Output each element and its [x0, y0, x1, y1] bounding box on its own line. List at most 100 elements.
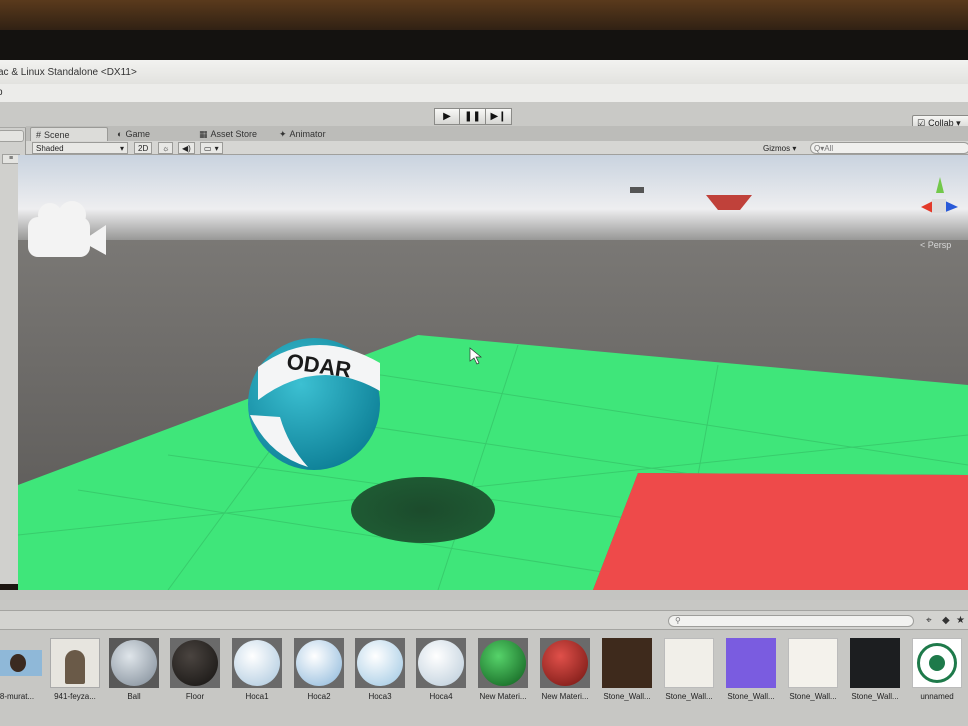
- ball-shadow: [351, 477, 495, 543]
- shading-mode-dropdown[interactable]: Shaded ▾: [32, 142, 128, 154]
- asset-item[interactable]: Hoca3: [351, 638, 409, 701]
- skybox: [18, 155, 968, 245]
- scene-render[interactable]: ODAR < Persp: [18, 155, 968, 590]
- speaker-icon: ◀): [182, 143, 191, 153]
- asset-thumbnail: [602, 638, 652, 688]
- asset-label: Hoca2: [307, 692, 331, 701]
- tab-game[interactable]: ◐ Game: [112, 127, 155, 141]
- asset-thumbnail: [50, 638, 100, 688]
- tag-icon[interactable]: ◆: [942, 615, 950, 626]
- asset-item[interactable]: Hoca1: [228, 638, 286, 701]
- game-icon: ◐: [117, 129, 123, 139]
- asset-thumbnail: [788, 638, 838, 688]
- asset-label: New Materi...: [541, 692, 589, 701]
- search-icon: ⚲: [675, 616, 681, 625]
- play-controls: ▶ ❚❚ ▶❙: [434, 108, 512, 125]
- tab-game-label: Game: [125, 129, 150, 139]
- sun-icon: ☼: [162, 143, 170, 153]
- asset-thumbnail: [0, 638, 42, 688]
- asset-label: Hoca4: [429, 692, 453, 701]
- asset-label: Stone_Wall...: [603, 692, 651, 701]
- asset-label: New Materi...: [479, 692, 527, 701]
- asset-item[interactable]: 8-murat...: [0, 638, 46, 701]
- asset-item[interactable]: Hoca4: [412, 638, 470, 701]
- asset-item[interactable]: New Materi...: [536, 638, 594, 701]
- asset-label: Hoca3: [368, 692, 392, 701]
- audio-toggle[interactable]: ◀): [178, 142, 195, 154]
- window-titlebar: ac & Linux Standalone <DX11>: [0, 60, 968, 84]
- asset-item[interactable]: Stone_Wall...: [598, 638, 656, 701]
- menu-bar: p: [0, 84, 968, 102]
- label-filter-icon[interactable]: ⌖: [926, 615, 932, 626]
- persp-label[interactable]: < Persp: [920, 240, 951, 250]
- project-search-input[interactable]: ⚲: [668, 615, 914, 627]
- asset-label: Stone_Wall...: [665, 692, 713, 701]
- pause-button[interactable]: ❚❚: [460, 108, 486, 125]
- toggle-2d-button[interactable]: 2D: [134, 142, 153, 154]
- scene-viewport[interactable]: ODAR < Persp: [18, 155, 968, 590]
- gizmos-dropdown[interactable]: Gizmos ▾: [760, 142, 800, 154]
- window-title: ac & Linux Standalone <DX11>: [0, 67, 137, 78]
- asset-label: 8-murat...: [0, 692, 35, 701]
- asset-label: 941-feyza...: [54, 692, 96, 701]
- tab-asset-store-label: Asset Store: [210, 129, 258, 139]
- star-icon[interactable]: ★: [956, 615, 965, 626]
- hierarchy-search[interactable]: [0, 130, 24, 142]
- red-plane[interactable]: [593, 473, 968, 590]
- asset-thumbnail: [726, 638, 776, 688]
- step-button[interactable]: ▶❙: [486, 108, 512, 125]
- asset-thumbnail: [416, 638, 466, 688]
- chevron-down-icon: ▾: [214, 143, 219, 153]
- ball-object[interactable]: ODAR: [248, 338, 380, 470]
- monitor-bezel-inner: [0, 30, 968, 60]
- asset-item[interactable]: New Materi...: [474, 638, 532, 701]
- image-icon: ▭: [204, 143, 212, 153]
- asset-thumbnail: [850, 638, 900, 688]
- asset-thumbnail: [109, 638, 159, 688]
- tab-asset-store[interactable]: ▦ Asset Store: [194, 127, 262, 141]
- asset-item[interactable]: unnamed: [908, 638, 966, 701]
- lighting-toggle[interactable]: ☼: [158, 142, 174, 154]
- menu-item-help[interactable]: p: [0, 87, 3, 98]
- asset-item[interactable]: Stone_Wall...: [660, 638, 718, 701]
- asset-label: Hoca1: [245, 692, 269, 701]
- scene-search-placeholder: Q▾All: [814, 143, 834, 153]
- scene-view-toolbar: Shaded ▾ 2D ☼ ◀) ▭ ▾ Gizmos ▾ Q▾All: [26, 141, 968, 155]
- asset-item[interactable]: Stone_Wall...: [784, 638, 842, 701]
- asset-item[interactable]: Stone_Wall...: [846, 638, 904, 701]
- step-icon: ▶❙: [490, 111, 507, 122]
- pause-icon: ❚❚: [464, 111, 481, 122]
- tab-animator-label: Animator: [289, 129, 326, 139]
- shading-mode-label: Shaded: [36, 143, 64, 153]
- asset-thumbnail: [294, 638, 344, 688]
- toggle-2d-label: 2D: [138, 143, 149, 153]
- play-button[interactable]: ▶: [434, 108, 460, 125]
- asset-thumbnail: [664, 638, 714, 688]
- hash-icon: #: [36, 129, 42, 140]
- project-panel: ⚲ ⌖ ◆ ★ 8-murat... 941-feyza... Ball Flo…: [0, 600, 968, 726]
- editor-tab-row: # Scene ◐ Game ▦ Asset Store ✦ Animator: [26, 126, 968, 141]
- asset-thumbnail: [478, 638, 528, 688]
- effects-dropdown[interactable]: ▭ ▾: [200, 142, 223, 154]
- scene-search-input[interactable]: Q▾All: [810, 142, 968, 154]
- tab-animator[interactable]: ✦ Animator: [274, 127, 331, 141]
- asset-item[interactable]: Floor: [166, 638, 224, 701]
- play-icon: ▶: [443, 111, 451, 122]
- asset-thumbnail: [170, 638, 220, 688]
- asset-label: Stone_Wall...: [727, 692, 775, 701]
- asset-item[interactable]: Ball: [105, 638, 163, 701]
- gizmos-label: Gizmos ▾: [763, 143, 797, 153]
- asset-item[interactable]: Stone_Wall...: [722, 638, 780, 701]
- panel-separator: [0, 590, 968, 600]
- tab-scene-label: Scene: [44, 129, 70, 140]
- asset-item[interactable]: Hoca2: [290, 638, 348, 701]
- asset-item[interactable]: 941-feyza...: [46, 638, 104, 701]
- asset-label: Ball: [127, 692, 141, 701]
- asset-label: unnamed: [920, 692, 954, 701]
- distant-object: [630, 187, 644, 193]
- asset-thumbnail: [540, 638, 590, 688]
- animator-icon: ✦: [279, 128, 287, 139]
- main-toolbar: ▶ ❚❚ ▶❙: [0, 102, 968, 128]
- tab-scene[interactable]: # Scene: [30, 127, 108, 141]
- asset-label: Stone_Wall...: [851, 692, 899, 701]
